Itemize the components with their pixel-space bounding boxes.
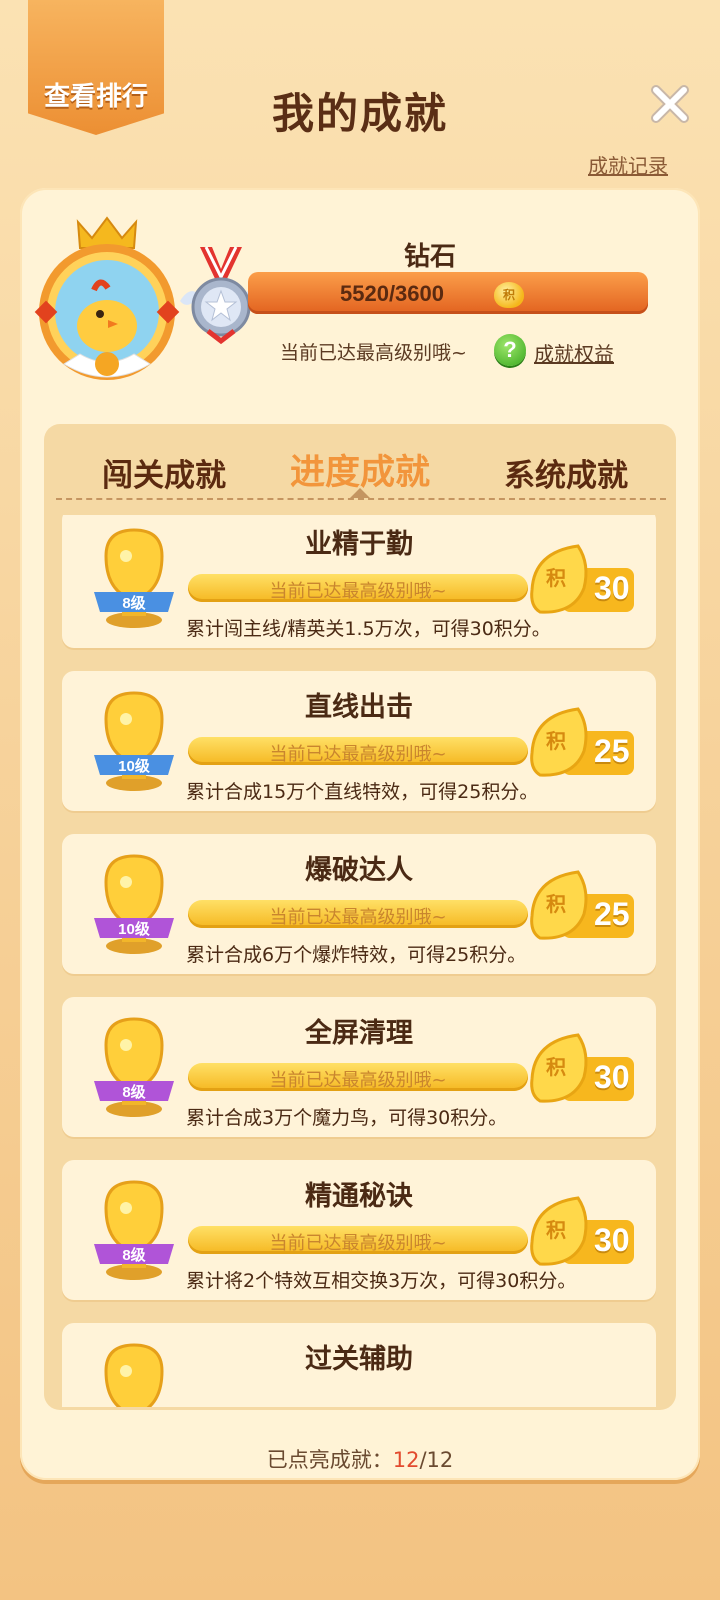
active-tab-indicator-icon [350,488,370,498]
achievement-title: 全屏清理 [305,1018,413,1049]
avatar-frame-icon [34,216,180,380]
achievement-title: 业精于勤 [305,529,413,560]
achievement-progress-bar: 当前已达最高级别哦~ [188,737,528,765]
achievement-status: 当前已达最高级别哦~ [269,581,447,602]
help-icon[interactable]: ? [494,334,526,366]
achievement-status: 当前已达最高级别哦~ [269,744,447,765]
page-title: 我的成就 [271,89,448,138]
trophy-icon: 8级 [92,1015,176,1119]
achievement-list[interactable]: 8级 业精于勤当前已达最高级别哦~ 积 30 累计闯主线/精英关1.5万次，可得30积分… [44,515,676,1407]
achievement-benefits-link[interactable]: 成就权益 [534,338,614,367]
close-icon [651,85,689,123]
achievement-status: 当前已达最高级别哦~ [269,1070,447,1091]
tab-system-achievements[interactable]: 系统成就 [504,450,628,495]
achievement-progress-bar: 当前已达最高级别哦~ [188,1063,528,1091]
close-button[interactable] [650,84,690,124]
trophy-level: 10级 [118,921,150,938]
max-level-text: 当前已达最高级别哦~ [280,342,467,364]
achievement-card[interactable]: 10级 直线出击当前已达最高级别哦~ 积 25 累计合成15万个直线特效，可得25积分。 [62,671,656,811]
points-progress-bar [248,272,648,314]
reward-points-value: 30 [594,1059,630,1095]
reward-points-value: 30 [594,1222,630,1258]
trophy-level: 8级 [122,1247,146,1264]
achievement-card[interactable]: 8级 精通秘诀当前已达最高级别哦~ 积 30 累计将2个特效互相交换3万次，可得30积分… [62,1160,656,1300]
reward-points-char: 积 [546,1220,566,1242]
lit-achievements-count: 已点亮成就：12/12 [0,1444,720,1474]
achievement-card[interactable]: 8级 业精于勤当前已达最高级别哦~ 积 30 累计闯主线/精英关1.5万次，可得30积分… [62,515,656,648]
reward-points-char: 积 [546,894,566,916]
points-icon: 积 [494,282,524,308]
trophy-icon: 10级 [92,689,176,793]
achievement-title: 过关辅助 [305,1344,413,1375]
tier-name: 钻石 [403,242,456,272]
reward-points-char: 积 [546,568,566,590]
reward-points-value: 30 [594,570,630,606]
tab-level-achievements[interactable]: 闯关成就 [102,450,226,495]
achievement-description: 累计合成6万个爆炸特效，可得25积分。 [186,944,527,966]
achievement-title: 直线出击 [305,692,413,723]
achievement-description: 累计闯主线/精英关1.5万次，可得30积分。 [186,618,551,640]
trophy-icon [92,1341,176,1407]
achievement-title: 精通秘诀 [305,1181,413,1212]
achievement-description: 累计将2个特效互相交换3万次，可得30积分。 [186,1270,577,1292]
achievement-status: 当前已达最高级别哦~ [269,907,447,928]
achievement-card[interactable]: 10级 爆破达人当前已达最高级别哦~ 积 25 累计合成6万个爆炸特效，可得25积分。 [62,834,656,974]
points-progress-text: 5520/3600 [340,281,444,306]
lit-count-total: /12 [419,1448,454,1472]
achievement-records-link[interactable]: 成就记录 [588,150,668,179]
achievement-progress-bar: 当前已达最高级别哦~ [188,574,528,602]
achievement-card[interactable]: 8级 全屏清理当前已达最高级别哦~ 积 30 累计合成3万个魔力鸟，可得30积分。 [62,997,656,1137]
trophy-icon: 8级 [92,526,176,630]
trophy-level: 10级 [118,758,150,775]
achievement-progress-bar: 当前已达最高级别哦~ [188,1226,528,1254]
reward-points-value: 25 [594,733,630,769]
lit-count-current: 12 [392,1448,420,1472]
reward-points-char: 积 [546,731,566,753]
reward-points-char: 积 [546,1057,566,1079]
lit-count-label: 已点亮成就： [266,1448,393,1472]
achievement-progress-bar: 当前已达最高级别哦~ [188,900,528,928]
reward-points-value: 25 [594,896,630,932]
trophy-icon: 10级 [92,852,176,956]
achievement-card[interactable]: 过关辅助 [62,1323,656,1407]
trophy-icon: 8级 [92,1178,176,1282]
achievement-title: 爆破达人 [305,855,413,886]
tab-divider [56,498,666,500]
achievement-status: 当前已达最高级别哦~ [269,1233,447,1254]
trophy-level: 8级 [122,595,146,612]
achievement-description: 累计合成15万个直线特效，可得25积分。 [186,781,539,803]
achievement-description: 累计合成3万个魔力鸟，可得30积分。 [186,1107,508,1129]
avatar[interactable] [34,214,180,384]
trophy-level: 8级 [122,1084,146,1101]
